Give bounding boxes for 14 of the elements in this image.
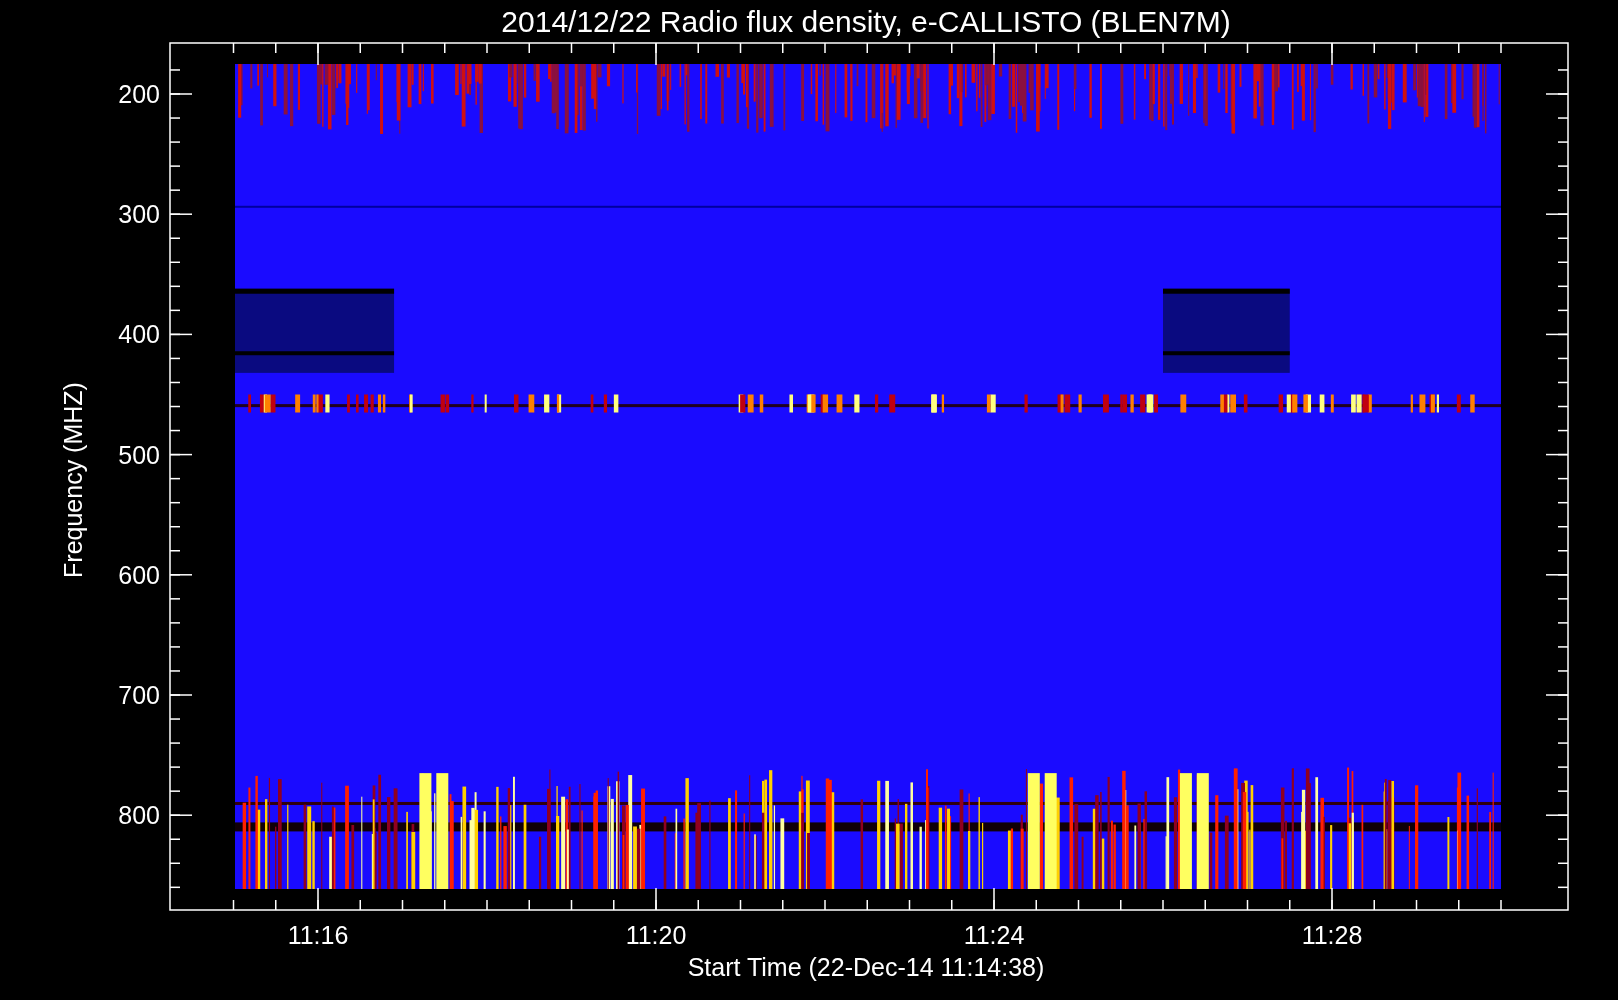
y-tick-label: 200	[118, 80, 160, 108]
y-tick-label: 700	[118, 681, 160, 709]
y-tick-label: 300	[118, 200, 160, 229]
x-tick-label: 11:20	[625, 921, 687, 949]
y-tick-label: 800	[118, 801, 160, 830]
x-tick-label: 11:28	[1301, 921, 1363, 949]
y-axis-label: Frequency (MHZ)	[59, 382, 87, 578]
y-tick-label: 400	[118, 320, 160, 349]
y-tick-label: 500	[118, 440, 160, 469]
x-axis-label: Start Time (22-Dec-14 11:14:38)	[687, 953, 1045, 981]
chart-title: 2014/12/22 Radio flux density, e-CALLISTO (BLEN7M)	[501, 5, 1231, 38]
y-tick-label: 600	[118, 560, 160, 589]
x-tick-label: 11:16	[287, 921, 349, 949]
x-tick-label: 11:24	[963, 921, 1025, 949]
